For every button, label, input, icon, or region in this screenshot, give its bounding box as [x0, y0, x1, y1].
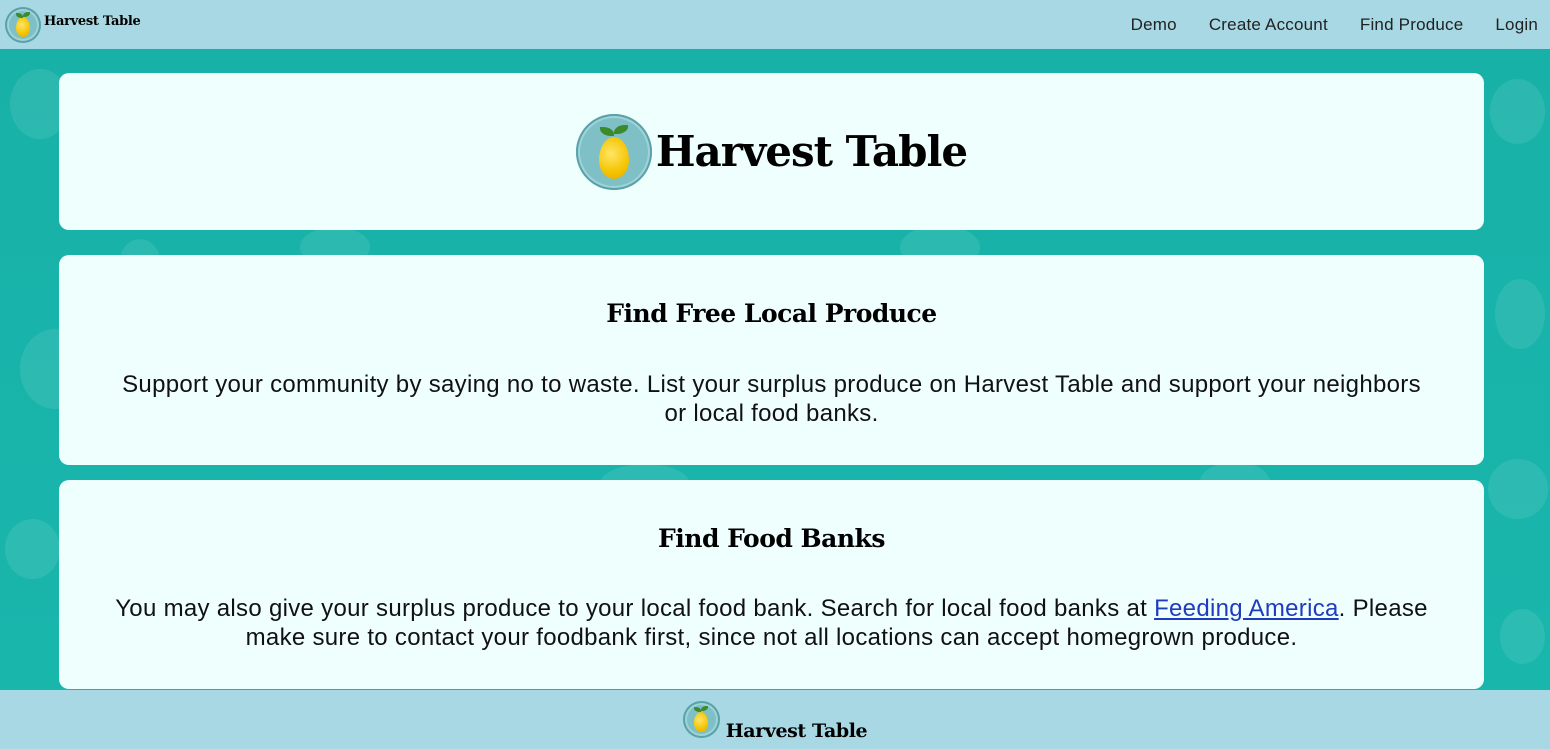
find-food-banks-description: You may also give your surplus produce t…	[59, 553, 1484, 652]
nav-brand-link[interactable]: Harvest Table	[5, 6, 141, 43]
nav-brand-text: Harvest Table	[44, 14, 141, 29]
nav-link-find-produce[interactable]: Find Produce	[1344, 15, 1480, 35]
footer-brand-text: Harvest Table	[725, 719, 868, 742]
find-produce-description: Support your community by saying no to w…	[122, 371, 1421, 427]
nav-links: Demo Create Account Find Produce Login	[1115, 15, 1538, 35]
food-banks-text-before-link: You may also give your surplus produce t…	[115, 595, 1155, 622]
nav-link-login[interactable]: Login	[1479, 15, 1538, 35]
lemon-logo-icon	[575, 113, 652, 190]
feeding-america-link[interactable]: Feeding America	[1154, 595, 1339, 622]
lemon-logo-icon	[682, 701, 720, 738]
lemon-logo-icon	[5, 6, 41, 43]
find-food-banks-heading: Find Food Banks	[658, 524, 885, 553]
find-produce-heading: Find Free Local Produce	[606, 299, 937, 328]
hero-title: Harvest Table	[655, 127, 968, 176]
nav-link-create-account[interactable]: Create Account	[1193, 15, 1344, 35]
page-footer: Harvest Table	[0, 690, 1550, 749]
top-navbar: Harvest Table Demo Create Account Find P…	[0, 0, 1550, 49]
find-food-banks-card: Find Food Banks You may also give your s…	[59, 480, 1484, 689]
nav-link-demo[interactable]: Demo	[1115, 15, 1193, 35]
find-produce-card: Find Free Local Produce Support your com…	[59, 255, 1484, 465]
hero-card: Harvest Table	[59, 73, 1484, 230]
